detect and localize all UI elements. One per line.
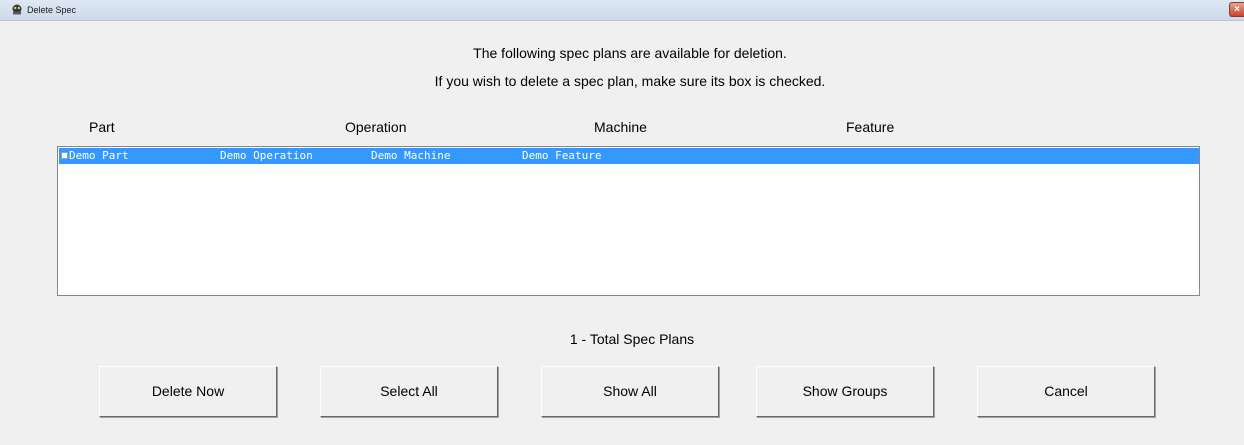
instruction-line-2: If you wish to delete a spec plan, make …	[434, 73, 826, 89]
close-button[interactable]: ×	[1229, 2, 1244, 17]
close-icon: ×	[1234, 4, 1240, 15]
show-groups-button[interactable]: Show Groups	[756, 366, 934, 417]
title-bar[interactable]: Delete Spec ×	[0, 0, 1244, 21]
column-header-operation: Operation	[345, 119, 407, 135]
cell-machine: Demo Machine	[371, 149, 451, 162]
cancel-button[interactable]: Cancel	[977, 366, 1155, 417]
spec-plan-list[interactable]: Demo Part Demo Operation Demo Machine De…	[57, 146, 1200, 296]
row-checkbox[interactable]	[61, 152, 68, 159]
select-all-button[interactable]: Select All	[320, 366, 498, 417]
show-all-button[interactable]: Show All	[541, 366, 719, 417]
cell-part: Demo Part	[69, 149, 129, 162]
delete-spec-window: Delete Spec × The following spec plans a…	[0, 0, 1244, 445]
instruction-line-1: The following spec plans are available f…	[473, 45, 787, 61]
column-header-machine: Machine	[594, 119, 647, 135]
cell-feature: Demo Feature	[522, 149, 602, 162]
total-spec-plans-label: 1 - Total Spec Plans	[569, 331, 695, 347]
column-header-part: Part	[89, 119, 115, 135]
window-title: Delete Spec	[27, 5, 77, 15]
delete-now-button[interactable]: Delete Now	[99, 366, 277, 417]
app-icon	[12, 4, 22, 15]
cell-operation: Demo Operation	[220, 149, 313, 162]
list-item[interactable]: Demo Part Demo Operation Demo Machine De…	[59, 148, 1199, 164]
column-header-feature: Feature	[846, 119, 895, 135]
